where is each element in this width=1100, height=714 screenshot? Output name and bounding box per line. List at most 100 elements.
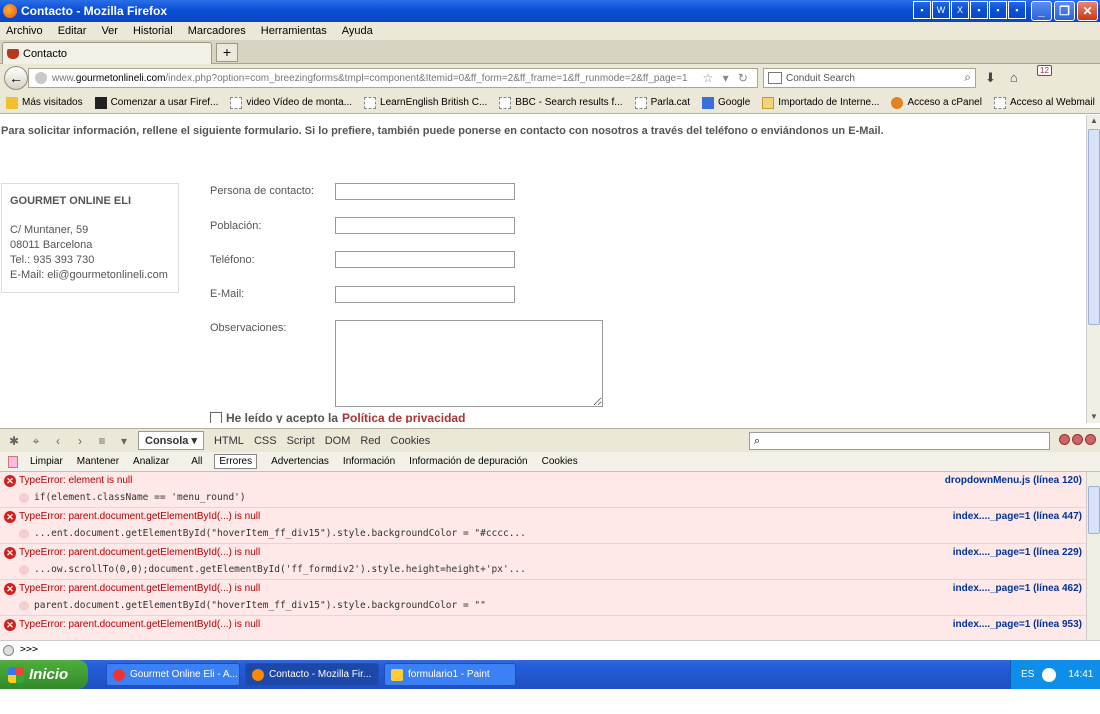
taskbar-item[interactable]: Gourmet Online Eli - A... (106, 663, 240, 686)
language-indicator[interactable]: ES (1021, 669, 1034, 680)
menu-archivo[interactable]: Archivo (6, 25, 43, 37)
scroll-thumb[interactable] (1088, 129, 1100, 325)
bookmark-item[interactable]: BBC - Search results f... (499, 96, 623, 109)
list-icon[interactable]: ≡ (94, 434, 110, 448)
email-field[interactable] (335, 286, 515, 303)
filter-cookies[interactable]: Cookies (542, 456, 578, 467)
minimize-button[interactable]: _ (1031, 1, 1052, 21)
firebug-icon[interactable]: ✱ (6, 434, 22, 448)
breakpoint-icon[interactable] (19, 493, 29, 503)
tab-red[interactable]: Red (360, 435, 380, 447)
tab-consola[interactable]: Consola ▾ (138, 431, 204, 450)
filter-errores[interactable]: Errores (214, 454, 258, 469)
command-icon[interactable] (3, 645, 14, 656)
error-source-link[interactable]: index...._page=1 (línea 953) (953, 619, 1082, 630)
filter-informacion[interactable]: Información (343, 456, 395, 467)
app-icon[interactable]: ▪ (970, 1, 988, 19)
breakpoint-icon[interactable] (19, 601, 29, 611)
filter-advertencias[interactable]: Advertencias (271, 456, 329, 467)
back-icon[interactable]: ‹ (50, 434, 66, 448)
close-icon[interactable] (1085, 434, 1096, 445)
console-error-row[interactable]: ✕ TypeError: element is null dropdownMen… (0, 472, 1086, 508)
console-error-row[interactable]: ✕ TypeError: parent.document.getElementB… (0, 616, 1086, 640)
breakpoint-icon[interactable] (19, 529, 29, 539)
search-icon[interactable]: ⌕ (964, 70, 971, 85)
filter-mantener[interactable]: Mantener (77, 456, 119, 467)
bookmark-item[interactable]: Comenzar a usar Firef... (94, 96, 218, 109)
console-error-row[interactable]: ✕ TypeError: parent.document.getElementB… (0, 508, 1086, 544)
console-error-row[interactable]: ✕ TypeError: parent.document.getElementB… (0, 580, 1086, 616)
privacy-checkbox[interactable] (210, 412, 222, 423)
menu-editar[interactable]: Editar (58, 25, 87, 37)
search-bar[interactable]: Conduit Search ⌕ (763, 68, 976, 88)
notification-badge[interactable]: 12 (1037, 65, 1052, 76)
start-button[interactable]: Inicio (0, 660, 88, 689)
minimize-icon[interactable] (1059, 434, 1070, 445)
inspect-icon[interactable]: ⌖ (28, 434, 44, 448)
download-icon[interactable]: ⬇ (985, 70, 996, 86)
console-error-row[interactable]: ✕ TypeError: parent.document.getElementB… (0, 544, 1086, 580)
app-icon[interactable]: ▪ (989, 1, 1007, 19)
search-engine-icon[interactable] (768, 72, 782, 84)
menu-historial[interactable]: Historial (133, 25, 173, 37)
breakpoint-icon[interactable] (19, 565, 29, 575)
tray-icon[interactable] (1042, 667, 1057, 682)
contact-field[interactable] (335, 183, 515, 200)
bookmark-item[interactable]: Más visitados (6, 96, 83, 109)
menu-herramientas[interactable]: Herramientas (261, 25, 327, 37)
error-code: ...ow.scrollTo(0,0);document.getElementB… (34, 564, 526, 575)
town-field[interactable] (335, 217, 515, 234)
bookmark-item[interactable]: video Vídeo de monta... (230, 96, 352, 109)
error-source-link[interactable]: index...._page=1 (línea 447) (953, 511, 1082, 522)
bookmark-item[interactable]: Google (702, 96, 750, 109)
error-source-link[interactable]: index...._page=1 (línea 462) (953, 583, 1082, 594)
scroll-thumb[interactable] (1088, 486, 1100, 534)
tab-cookies[interactable]: Cookies (391, 435, 431, 447)
console-scrollbar[interactable] (1086, 472, 1100, 640)
clear-icon[interactable] (8, 455, 18, 468)
filter-limpiar[interactable]: Limpiar (30, 456, 63, 467)
close-button[interactable]: ✕ (1077, 1, 1098, 21)
error-source-link[interactable]: index...._page=1 (línea 229) (953, 547, 1082, 558)
forward-icon[interactable]: › (72, 434, 88, 448)
menu-ver[interactable]: Ver (101, 25, 118, 37)
filter-all[interactable]: All (191, 456, 202, 467)
scroll-up-icon[interactable]: ▲ (1088, 115, 1100, 127)
home-icon[interactable]: ⌂ (1010, 70, 1018, 86)
tab-css[interactable]: CSS (254, 435, 277, 447)
tab-html[interactable]: HTML (214, 435, 244, 447)
detach-icon[interactable] (1072, 434, 1083, 445)
error-source-link[interactable]: dropdownMenu.js (línea 120) (945, 475, 1082, 486)
app-icon[interactable]: ▪ (1008, 1, 1026, 19)
tab-script[interactable]: Script (287, 435, 315, 447)
taskbar-item[interactable]: Contacto - Mozilla Fir... (245, 663, 379, 686)
filter-depuracion[interactable]: Información de depuración (409, 456, 527, 467)
app-icon[interactable]: ▪ (913, 1, 931, 19)
bookmark-item[interactable]: Parla.cat (634, 96, 690, 109)
menu-ayuda[interactable]: Ayuda (342, 25, 373, 37)
bookmark-item[interactable]: Acceso a cPanel (891, 96, 982, 109)
back-button[interactable]: ← (4, 66, 28, 90)
bookmark-item[interactable]: Acceso al Webmail (993, 96, 1095, 109)
menu-marcadores[interactable]: Marcadores (188, 25, 246, 37)
dropdown-icon[interactable]: ▾ (116, 434, 132, 448)
bookmark-item[interactable]: LearnEnglish British C... (364, 96, 487, 109)
notes-field[interactable] (335, 320, 603, 407)
maximize-button[interactable]: ❐ (1054, 1, 1075, 21)
bookmark-item[interactable]: Importado de Interne... (762, 96, 879, 109)
firebug-search-input[interactable]: ⌕ (749, 432, 1050, 450)
tab-contacto[interactable]: Contacto (2, 42, 212, 64)
privacy-link[interactable]: Política de privacidad (342, 411, 465, 423)
url-bar[interactable]: www. gourmetonlineli.com/index.php?option… (28, 68, 758, 88)
scroll-down-icon[interactable]: ▼ (1088, 411, 1100, 423)
command-line[interactable]: >>> (0, 640, 1100, 660)
filter-analizar[interactable]: Analizar (133, 456, 169, 467)
page-scrollbar[interactable]: ▲ ▼ (1086, 115, 1100, 423)
bookmark-star-icon[interactable]: ☆ ▾ ↻ (702, 71, 751, 85)
taskbar-item[interactable]: formulario1 - Paint (384, 663, 516, 686)
new-tab-button[interactable]: + (216, 43, 238, 62)
word-icon[interactable]: W (932, 1, 950, 19)
tab-dom[interactable]: DOM (325, 435, 351, 447)
phone-field[interactable] (335, 251, 515, 268)
excel-icon[interactable]: X (951, 1, 969, 19)
